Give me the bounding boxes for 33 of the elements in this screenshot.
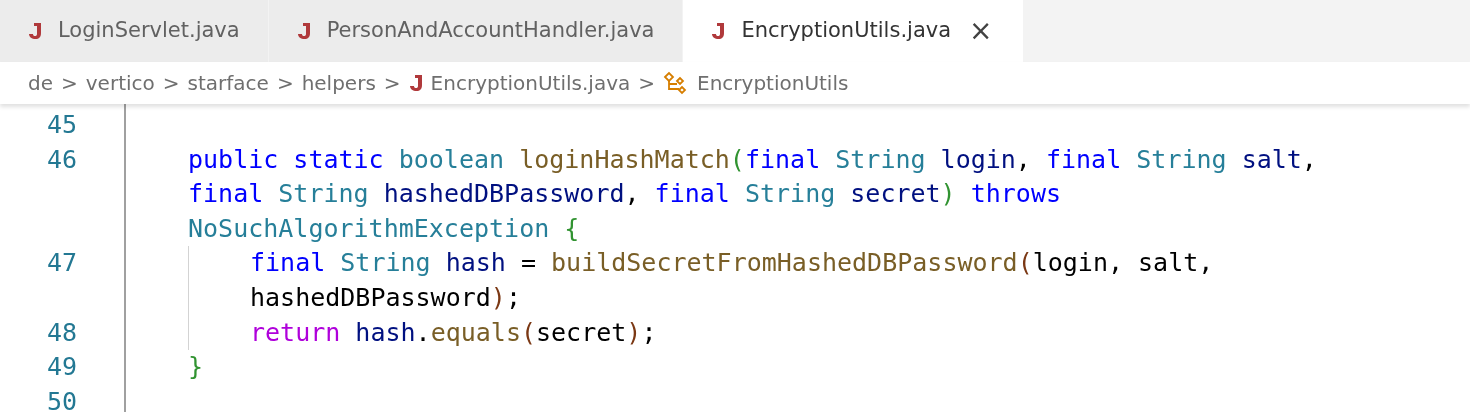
- code-line: public static boolean loginHashMatch(final String login, final String salt,: [188, 143, 1317, 176]
- breadcrumb-item[interactable]: helpers: [301, 68, 376, 98]
- editor-tab[interactable]: LoginServlet.java: [0, 0, 269, 62]
- line-number: 47: [46, 247, 79, 280]
- code-line: hashedDBPassword);: [250, 281, 521, 314]
- line-number: 46: [46, 143, 79, 176]
- close-button[interactable]: ×: [967, 17, 995, 45]
- separator-icon: >: [383, 68, 401, 98]
- java-file-icon: [408, 73, 423, 93]
- line-number: 49: [46, 351, 79, 384]
- code-line: NoSuchAlgorithmException {: [188, 212, 580, 245]
- separator-icon: >: [61, 68, 78, 98]
- line-number: 45: [46, 109, 79, 141]
- code-line: final String hash = buildSecretFromHashedDBPassword(login, salt,: [250, 247, 1214, 280]
- java-file-icon: [28, 21, 42, 41]
- java-file-icon: [711, 21, 726, 41]
- editor-tab[interactable]: EncryptionUtils.java ×: [683, 0, 1024, 62]
- code-line: }: [188, 351, 204, 384]
- class-icon: [663, 71, 689, 95]
- breadcrumb-item[interactable]: EncryptionUtils: [697, 68, 849, 98]
- line-number: 48: [46, 316, 79, 349]
- code-line: final String hashedDBPassword, final String secret) throws: [188, 178, 1061, 211]
- separator-icon: >: [276, 68, 294, 98]
- code-line: return hash.equals(secret);: [250, 316, 657, 349]
- java-file-icon: [296, 21, 311, 41]
- editor-tab[interactable]: PersonAndAccountHandler.java: [268, 0, 684, 62]
- breadcrumb-item[interactable]: starface: [187, 68, 269, 98]
- breadcrumb-item[interactable]: de: [28, 68, 53, 98]
- breadcrumb-item[interactable]: EncryptionUtils.java: [430, 68, 631, 98]
- breadcrumb-item[interactable]: vertico: [85, 68, 155, 98]
- separator-icon: >: [162, 68, 180, 98]
- line-number: 50: [46, 385, 79, 412]
- separator-icon: >: [638, 68, 655, 98]
